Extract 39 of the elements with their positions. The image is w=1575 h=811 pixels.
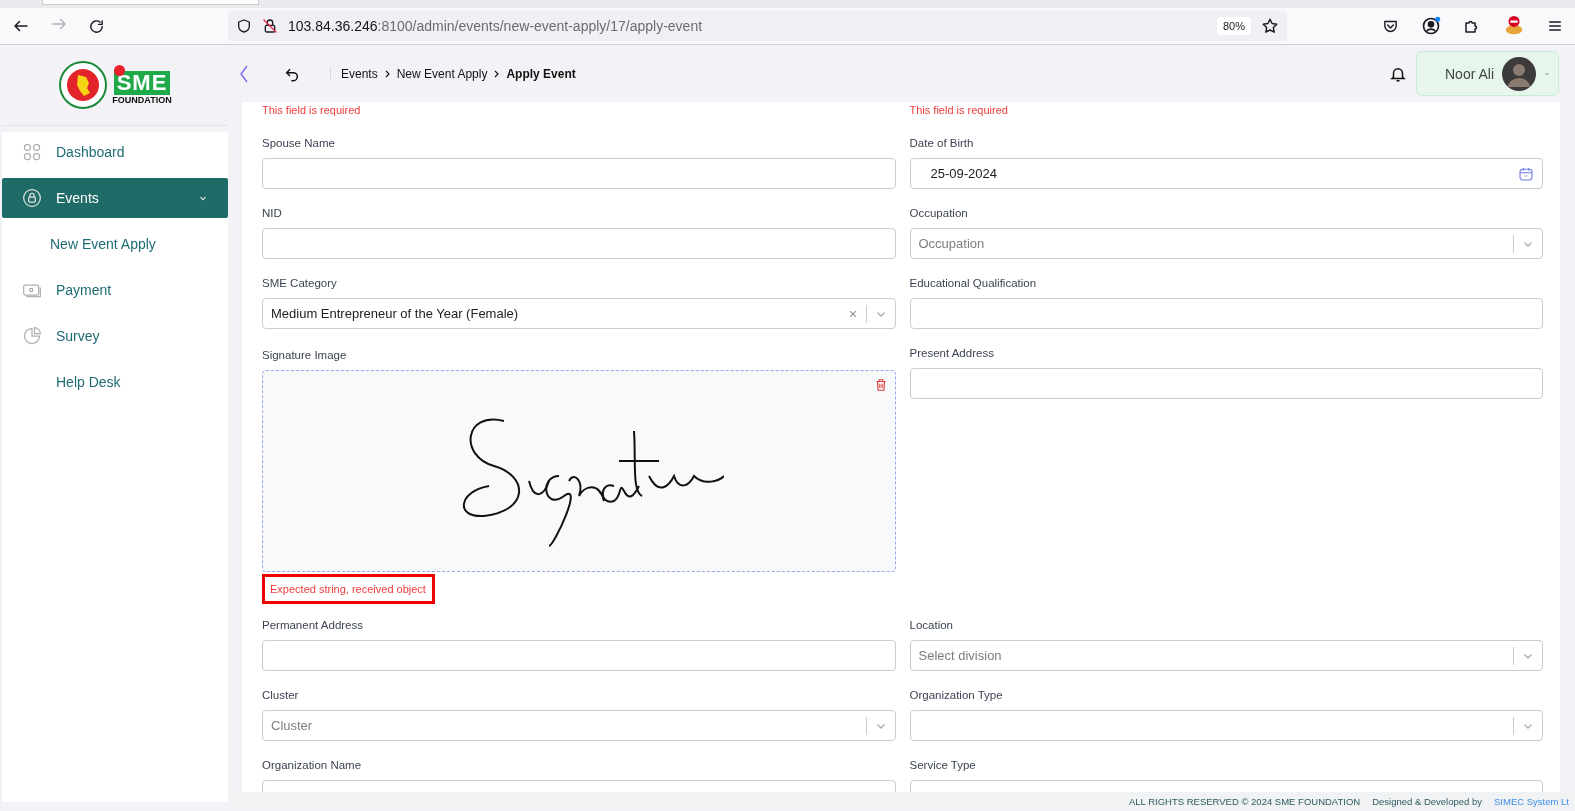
sidebar-item[interactable]: Dashboard: [2, 132, 228, 172]
copyright-text: ALL RIGHTS RESERVED © 2024 SME FOUNDATION: [1129, 795, 1361, 807]
field-label: NID: [262, 206, 283, 220]
select-field[interactable]: Select division: [909, 640, 1543, 671]
zoom-level[interactable]: 80%: [1216, 17, 1251, 35]
field-label: Organization Name: [262, 758, 363, 772]
credit-text: Designed & Developed by: [1372, 795, 1483, 807]
field-label: Date of Birth: [909, 136, 975, 150]
user-name: Noor Ali: [1445, 65, 1495, 82]
sidebar-item[interactable]: Payment: [2, 270, 228, 310]
breadcrumb[interactable]: New Event Apply: [396, 66, 488, 81]
user-menu[interactable]: Noor Ali: [1416, 51, 1559, 96]
field-label: Organization Type: [909, 688, 1004, 702]
field-label: Educational Qualification: [909, 276, 1038, 290]
field-label: SME Category: [262, 276, 338, 290]
field-label: Permanent Address: [262, 618, 364, 632]
field-label: Location: [909, 618, 954, 632]
logo-caption: FOUNDATION: [112, 95, 172, 105]
select-field[interactable]: Medium Entrepreneur of the Year (Female): [262, 298, 896, 329]
sidebar-item[interactable]: Events: [2, 178, 228, 218]
sidebar-subitem[interactable]: New Event Apply: [2, 224, 228, 264]
field-label: Cluster: [262, 688, 300, 702]
breadcrumb[interactable]: Events: [341, 66, 378, 81]
sidebar-item[interactable]: Help Desk: [2, 362, 228, 402]
field-label: Service Type: [909, 758, 977, 772]
logo-mark: SME: [113, 71, 171, 95]
error-message: This field is required: [262, 104, 362, 116]
field-label: Spouse Name: [262, 136, 336, 150]
field-label: Present Address: [909, 346, 995, 360]
select-field[interactable]: Occupation: [909, 228, 1543, 259]
field-label: Signature Image: [262, 348, 348, 362]
error-message: This field is required: [909, 104, 1009, 116]
error-message: Expected string, received object: [262, 574, 435, 604]
breadcrumb: Apply Event: [506, 66, 576, 81]
url-text[interactable]: 103.84.36.246:8100/admin/events/new-event-apply/17/apply-event: [288, 17, 1207, 35]
field-label: Occupation: [909, 206, 969, 220]
select-field[interactable]: Cluster: [262, 710, 896, 741]
date-field[interactable]: 25-09-2024: [909, 158, 1543, 189]
sidebar-item[interactable]: Survey: [2, 316, 228, 356]
